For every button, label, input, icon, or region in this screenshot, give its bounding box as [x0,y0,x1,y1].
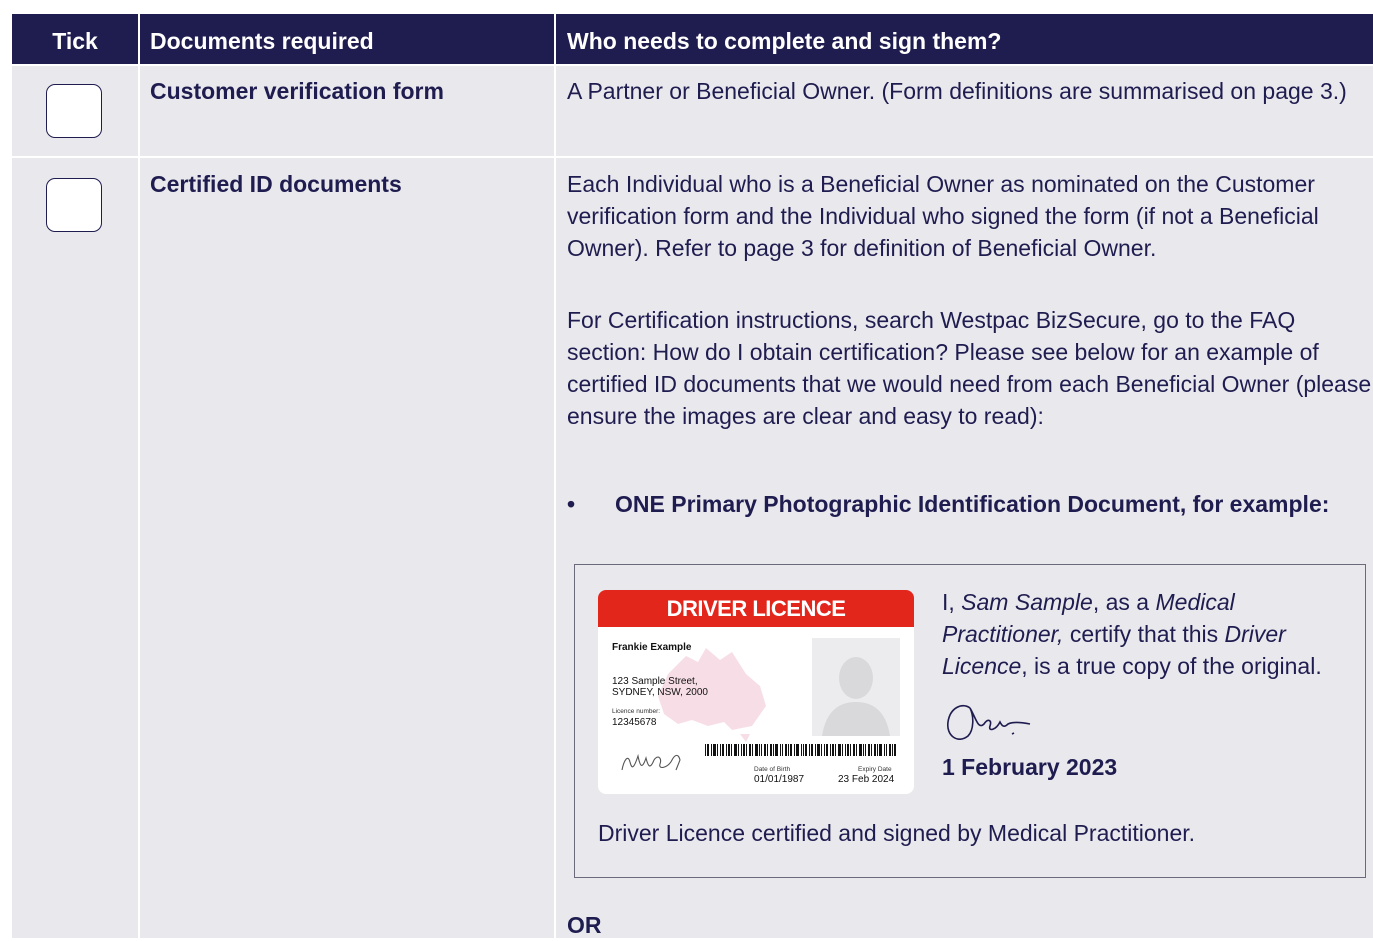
certified-id-documents-label: Certified ID documents [150,171,402,197]
card-licence-number: 12345678 [612,717,657,728]
customer-verification-form-label: Customer verification form [150,78,444,104]
documents-table: Tick Documents required Who needs to com… [12,14,1373,938]
header-divider [12,64,1373,66]
column-divider-1 [138,14,140,938]
certified-id-who-paragraph-1: Each Individual who is a Beneficial Owne… [567,171,1319,261]
or-separator: OR [567,912,602,938]
person-silhouette-icon [822,657,890,736]
driver-licence-card-image: DRIVER LICENCE Frankie Example 123 Sampl… [598,590,914,794]
cert-text-end: , is a true copy of the original. [1021,653,1322,679]
card-holder-name: Frankie Example [612,642,692,653]
column-divider-2 [554,14,556,938]
card-expiry-label: Expiry Date [858,766,892,773]
driver-licence-title: DRIVER LICENCE [598,590,914,627]
cert-text-as: , as a [1092,589,1156,615]
certification-statement: I, Sam Sample, as a Medical Practitioner… [942,586,1362,682]
card-address-line-2: SYDNEY, NSW, 2000 [612,687,708,698]
cert-certifier-name: Sam Sample [961,589,1093,615]
customer-verification-checkbox[interactable] [46,84,102,138]
bullet-dot: • [567,491,576,517]
example-caption: Driver Licence certified and signed by M… [598,820,1196,846]
card-licence-label: Licence number: [612,708,661,715]
certified-id-checkbox[interactable] [46,178,102,232]
certified-id-who-paragraph-2: For Certification instructions, search W… [567,307,1372,429]
header-tick: Tick [12,14,138,64]
card-expiry: 23 Feb 2024 [838,774,895,785]
certifier-signature-image [947,704,1031,740]
certification-date: 1 February 2023 [942,754,1118,780]
card-barcode-image [705,744,896,756]
header-who-signs: Who needs to complete and sign them? [556,14,1373,64]
card-dob: 01/01/1987 [754,774,805,785]
card-address-line-1: 123 Sample Street, [612,676,698,687]
header-documents-required: Documents required [140,14,554,64]
cert-text-mid: certify that this [1063,621,1225,647]
bullet-text: ONE Primary Photographic Identification … [615,491,1330,517]
row-divider [12,156,1373,158]
customer-verification-who: A Partner or Beneficial Owner. (Form def… [567,78,1347,104]
card-signature-image [621,753,681,771]
cert-text-i: I, [942,589,962,615]
id-photo-placeholder [812,638,900,736]
certification-example-box: DRIVER LICENCE Frankie Example 123 Sampl… [574,564,1366,878]
card-dob-label: Date of Birth [754,766,791,773]
